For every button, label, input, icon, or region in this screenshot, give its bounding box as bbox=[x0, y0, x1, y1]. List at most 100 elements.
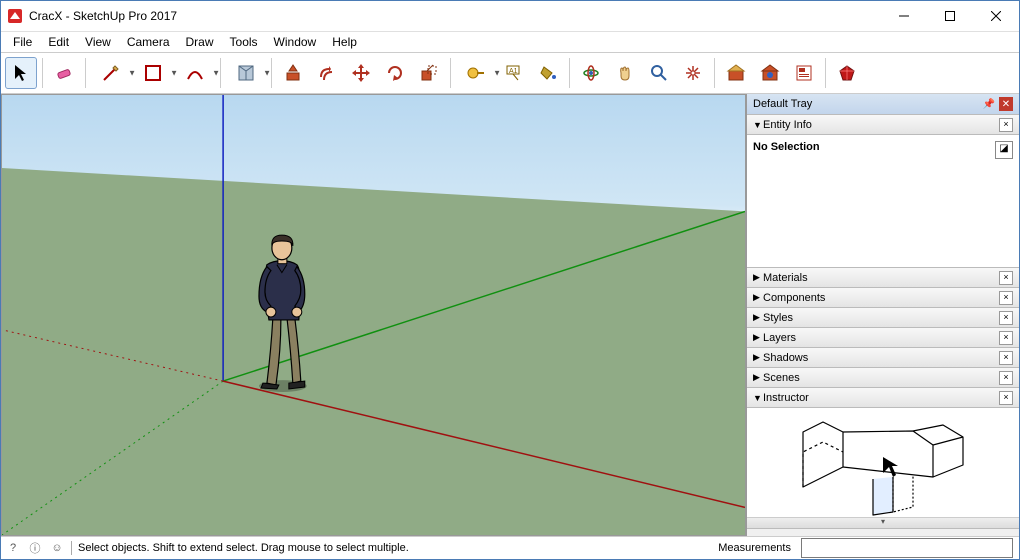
text-tool[interactable]: A1 bbox=[498, 57, 530, 89]
extension-warehouse-tool[interactable] bbox=[754, 57, 786, 89]
panel-close-button[interactable]: × bbox=[999, 331, 1013, 345]
panel-label: Layers bbox=[763, 332, 796, 344]
toolbar: ▼ ▼ ▼ ▼ ▼ A1 bbox=[1, 52, 1019, 94]
panel-scenes[interactable]: ▶Scenes × bbox=[747, 367, 1019, 388]
user-icon[interactable]: ☺ bbox=[49, 540, 65, 556]
toolbar-separator bbox=[220, 58, 221, 88]
panel-entity-info[interactable]: ▼ Entity Info × bbox=[747, 114, 1019, 135]
tape-measure-tool[interactable]: ▼ bbox=[456, 57, 496, 89]
scroll-down-hint[interactable]: ▾ bbox=[747, 517, 1019, 528]
panel-close-button[interactable]: × bbox=[999, 391, 1013, 405]
make-component-tool[interactable]: ▼ bbox=[226, 57, 266, 89]
dropdown-arrow-icon: ▼ bbox=[212, 69, 220, 78]
menu-tools[interactable]: Tools bbox=[222, 33, 266, 51]
zoom-tool[interactable] bbox=[643, 57, 675, 89]
toolbar-separator bbox=[569, 58, 570, 88]
panel-label: Scenes bbox=[763, 372, 800, 384]
window-title: CracX - SketchUp Pro 2017 bbox=[29, 9, 881, 23]
layout-tool[interactable] bbox=[788, 57, 820, 89]
app-body: Default Tray 📌 ✕ ▼ Entity Info × No Sele… bbox=[1, 94, 1019, 536]
line-tool[interactable]: ▼ bbox=[91, 57, 131, 89]
menu-view[interactable]: View bbox=[77, 33, 119, 51]
scale-tool[interactable] bbox=[413, 57, 445, 89]
panel-label: Components bbox=[763, 292, 825, 304]
toolbar-separator bbox=[714, 58, 715, 88]
panel-close-button[interactable]: × bbox=[999, 118, 1013, 132]
menu-camera[interactable]: Camera bbox=[119, 33, 178, 51]
panel-label: Shadows bbox=[763, 352, 808, 364]
rotate-tool[interactable] bbox=[379, 57, 411, 89]
info-icon[interactable]: ⓘ bbox=[27, 540, 43, 556]
toolbar-separator bbox=[42, 58, 43, 88]
panel-styles[interactable]: ▶Styles × bbox=[747, 307, 1019, 328]
cursor-icon bbox=[883, 457, 898, 477]
viewport-3d[interactable] bbox=[1, 94, 746, 536]
app-window: CracX - SketchUp Pro 2017 File Edit View… bbox=[0, 0, 1020, 560]
expand-arrow-icon: ▶ bbox=[753, 312, 763, 323]
shapes-tool[interactable]: ▼ bbox=[133, 57, 173, 89]
panel-instructor[interactable]: ▼Instructor × bbox=[747, 387, 1019, 408]
measurements-input[interactable] bbox=[801, 538, 1013, 558]
measurements-label: Measurements bbox=[718, 542, 795, 554]
ruby-console-tool[interactable] bbox=[831, 57, 863, 89]
panel-label: Entity Info bbox=[763, 119, 812, 131]
panel-shadows[interactable]: ▶Shadows × bbox=[747, 347, 1019, 368]
pan-tool[interactable] bbox=[609, 57, 641, 89]
tray-title-label: Default Tray bbox=[753, 98, 812, 110]
title-bar: CracX - SketchUp Pro 2017 bbox=[1, 1, 1019, 32]
menu-draw[interactable]: Draw bbox=[178, 33, 222, 51]
3d-warehouse-tool[interactable] bbox=[720, 57, 752, 89]
panel-layers[interactable]: ▶Layers× bbox=[747, 327, 1019, 348]
panel-close-button[interactable]: × bbox=[999, 371, 1013, 385]
close-button[interactable] bbox=[973, 1, 1019, 31]
instructor-body: ▾ bbox=[747, 408, 1019, 529]
maximize-button[interactable] bbox=[927, 1, 973, 31]
zoom-extents-tool[interactable] bbox=[677, 57, 709, 89]
panel-label: Instructor bbox=[763, 392, 809, 404]
panel-close-button[interactable]: × bbox=[999, 291, 1013, 305]
expand-arrow-icon: ▶ bbox=[753, 352, 763, 363]
dropdown-arrow-icon: ▼ bbox=[263, 69, 271, 78]
entity-info-body: No Selection ◪ bbox=[747, 135, 1019, 268]
paint-bucket-tool[interactable] bbox=[532, 57, 564, 89]
scene-svg bbox=[2, 95, 745, 535]
status-separator bbox=[71, 541, 72, 555]
tray-title-bar[interactable]: Default Tray 📌 ✕ bbox=[747, 94, 1019, 115]
panel-materials[interactable]: ▶Materials× bbox=[747, 267, 1019, 288]
menu-bar: File Edit View Camera Draw Tools Window … bbox=[1, 32, 1019, 52]
status-hint: Select objects. Shift to extend select. … bbox=[78, 542, 409, 554]
offset-tool[interactable] bbox=[311, 57, 343, 89]
app-icon bbox=[7, 8, 23, 24]
panel-close-button[interactable]: × bbox=[999, 311, 1013, 325]
arc-tool[interactable]: ▼ bbox=[175, 57, 215, 89]
collapse-arrow-icon: ▼ bbox=[753, 393, 763, 403]
panel-close-button[interactable]: × bbox=[999, 271, 1013, 285]
panel-label: Styles bbox=[763, 312, 793, 324]
pushpull-tool[interactable] bbox=[277, 57, 309, 89]
orbit-tool[interactable] bbox=[575, 57, 607, 89]
default-tray: Default Tray 📌 ✕ ▼ Entity Info × No Sele… bbox=[746, 94, 1019, 536]
expand-arrow-icon: ▶ bbox=[753, 372, 763, 383]
instructor-illustration bbox=[783, 417, 983, 517]
toolbar-separator bbox=[450, 58, 451, 88]
pin-icon[interactable]: 📌 bbox=[982, 97, 996, 111]
expand-arrow-icon: ▶ bbox=[753, 292, 763, 303]
panel-close-button[interactable]: × bbox=[999, 351, 1013, 365]
eraser-tool[interactable] bbox=[48, 57, 80, 89]
minimize-button[interactable] bbox=[881, 1, 927, 31]
details-toggle-button[interactable]: ◪ bbox=[995, 141, 1013, 159]
menu-help[interactable]: Help bbox=[324, 33, 365, 51]
panel-components[interactable]: ▶Components × bbox=[747, 287, 1019, 308]
menu-window[interactable]: Window bbox=[266, 33, 325, 51]
toolbar-separator bbox=[271, 58, 272, 88]
menu-file[interactable]: File bbox=[5, 33, 40, 51]
panel-label: Materials bbox=[763, 272, 808, 284]
menu-edit[interactable]: Edit bbox=[40, 33, 77, 51]
tray-close-button[interactable]: ✕ bbox=[999, 97, 1013, 111]
toolbar-separator bbox=[85, 58, 86, 88]
help-icon[interactable]: ? bbox=[5, 540, 21, 556]
window-controls bbox=[881, 1, 1019, 31]
move-tool[interactable] bbox=[345, 57, 377, 89]
toolbar-separator bbox=[825, 58, 826, 88]
select-tool[interactable] bbox=[5, 57, 37, 89]
